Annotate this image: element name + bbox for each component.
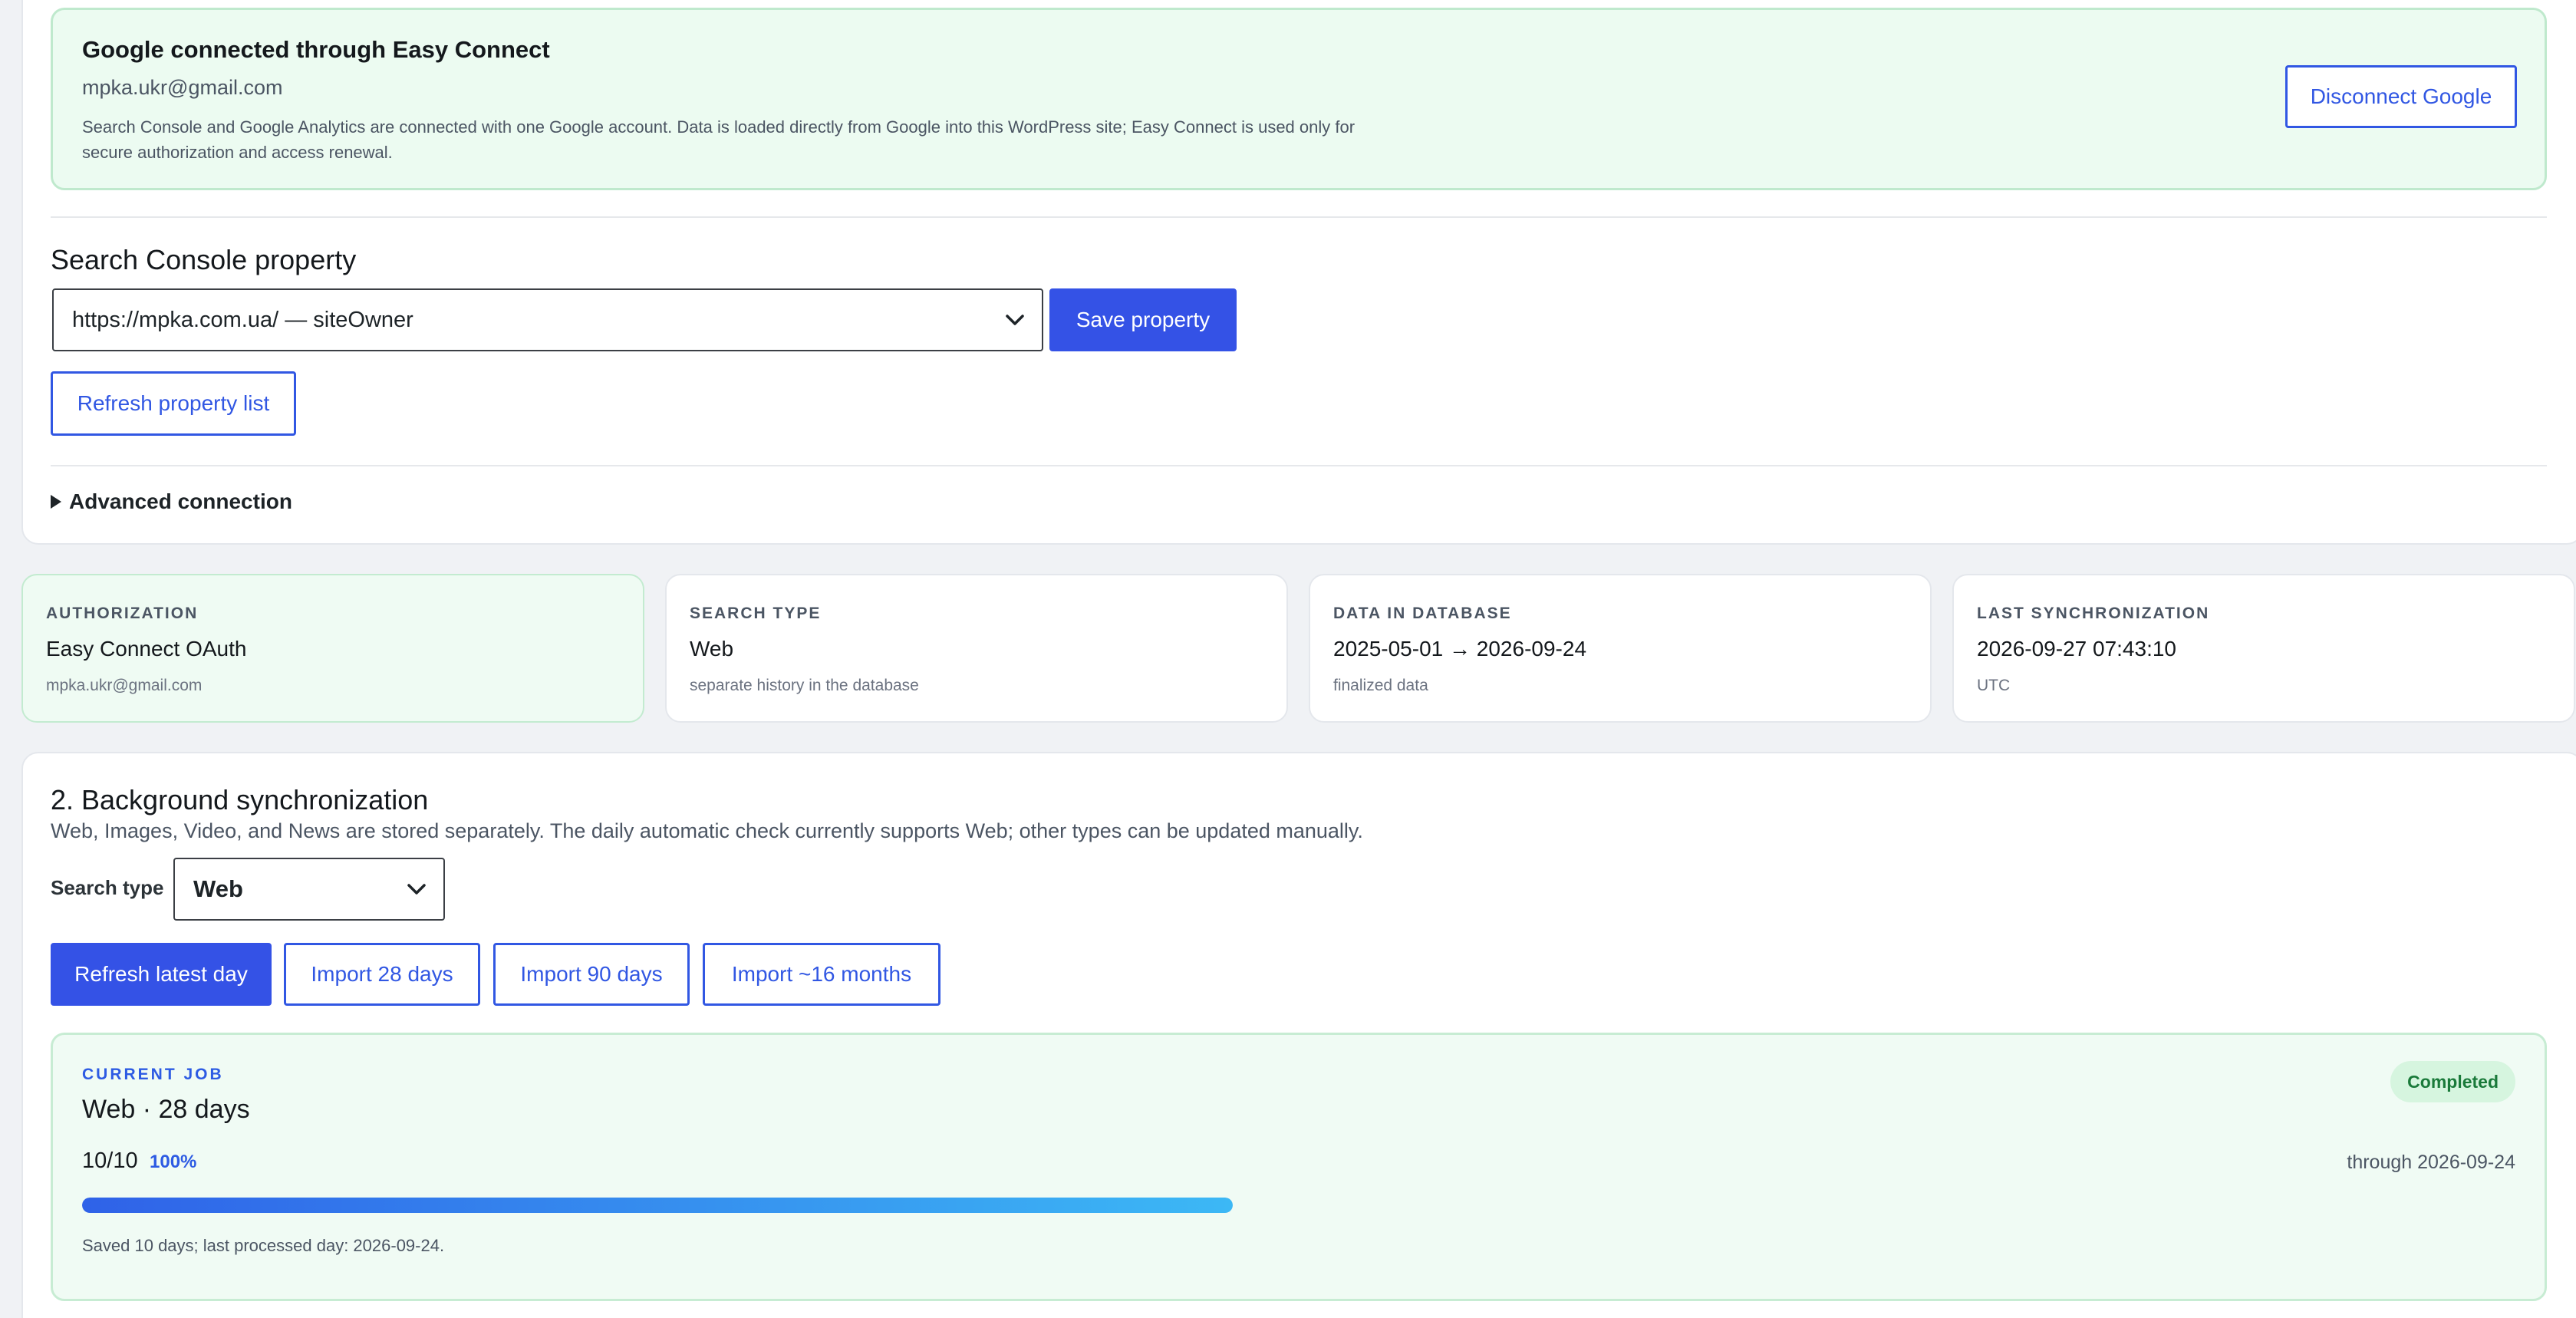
google-connection-description: Search Console and Google Analytics are … [82, 117, 1356, 162]
google-connection-email: mpka.ukr@gmail.com [82, 76, 283, 99]
refresh-latest-day-button[interactable]: Refresh latest day [51, 943, 272, 1006]
job-progress-count: 10/10 [82, 1148, 138, 1173]
status-card-data-in-database: DATA IN DATABASE 2025-05-01 → 2026-09-24… [1309, 574, 1932, 723]
disconnect-google-button[interactable]: Disconnect Google [2285, 65, 2517, 128]
refresh-property-list-button[interactable]: Refresh property list [51, 371, 296, 436]
advanced-connection-toggle[interactable]: Advanced connection [51, 489, 292, 514]
card-value: 2025-05-01 → 2026-09-24 [1333, 637, 1587, 661]
divider [51, 216, 2547, 218]
card-label: SEARCH TYPE [690, 605, 822, 622]
current-job-label: CURRENT JOB [82, 1066, 224, 1083]
property-select[interactable]: https://mpka.com.ua/ — siteOwner [52, 288, 1043, 351]
google-connection-title: Google connected through Easy Connect [82, 36, 550, 63]
job-through-date: through 2026-09-24 [2347, 1152, 2515, 1173]
search-type-label: Search type [51, 876, 164, 899]
progress-bar [82, 1198, 1233, 1213]
status-card-last-synchronization: LAST SYNCHRONIZATION 2026-09-27 07:43:10… [1952, 574, 2575, 723]
card-sub: UTC [1977, 677, 2011, 694]
chevron-down-icon [407, 884, 426, 895]
chevron-down-icon [1006, 315, 1024, 325]
advanced-connection-label: Advanced connection [69, 489, 292, 513]
import-28-days-button[interactable]: Import 28 days [284, 943, 480, 1006]
status-badge: Completed [2390, 1061, 2515, 1102]
property-select-value: https://mpka.com.ua/ — siteOwner [72, 307, 413, 332]
card-label: AUTHORIZATION [46, 605, 199, 622]
card-value: Web [690, 637, 734, 661]
card-sub: separate history in the database [690, 677, 919, 694]
status-card-search-type: SEARCH TYPE Web separate history in the … [665, 574, 1288, 723]
divider [51, 465, 2547, 466]
card-label: LAST SYNCHRONIZATION [1977, 605, 2210, 622]
job-note: Saved 10 days; last processed day: 2026-… [82, 1236, 445, 1255]
current-job-title: Web · 28 days [82, 1095, 250, 1124]
card-sub: mpka.ukr@gmail.com [46, 677, 203, 694]
progress-bar-fill [82, 1198, 1233, 1213]
import-16-months-button[interactable]: Import ~16 months [703, 943, 940, 1006]
save-property-button[interactable]: Save property [1049, 288, 1237, 351]
status-card-authorization: AUTHORIZATION Easy Connect OAuth mpka.uk… [21, 574, 644, 723]
property-section-title: Search Console property [51, 244, 357, 275]
search-type-select-value: Web [193, 875, 243, 902]
card-value: Easy Connect OAuth [46, 637, 247, 661]
import-90-days-button[interactable]: Import 90 days [493, 943, 690, 1006]
sync-description: Web, Images, Video, and News are stored … [51, 819, 1363, 842]
sync-section-title: 2. Background synchronization [51, 784, 429, 816]
current-job-box: CURRENT JOB Web · 28 days Completed 10/1… [51, 1033, 2547, 1301]
card-label: DATA IN DATABASE [1333, 605, 1512, 622]
card-value: 2026-09-27 07:43:10 [1977, 637, 2176, 661]
card-sub: finalized data [1333, 677, 1428, 694]
google-connection-box: Google connected through Easy Connect mp… [51, 8, 2547, 190]
job-progress-percent: 100% [150, 1152, 197, 1172]
search-type-select[interactable]: Web [173, 858, 445, 921]
triangle-right-icon [51, 495, 61, 509]
